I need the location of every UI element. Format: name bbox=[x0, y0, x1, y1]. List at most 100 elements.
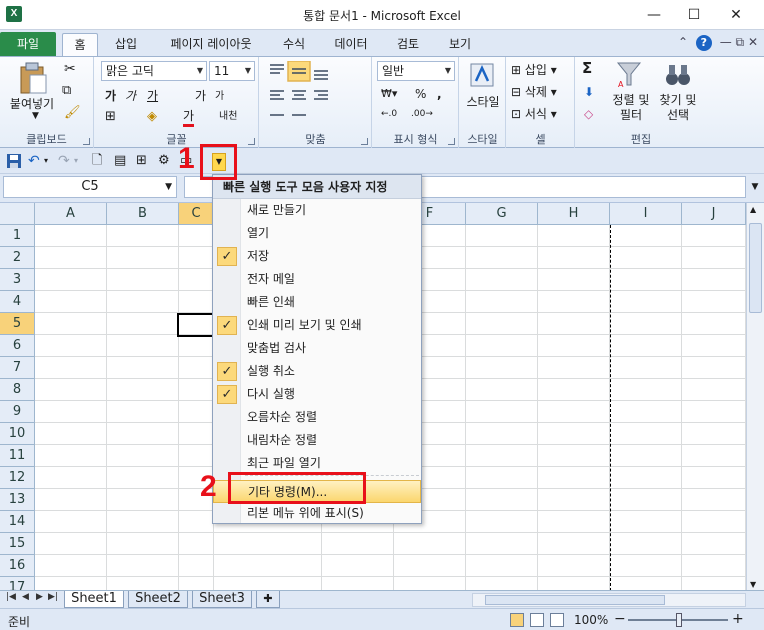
undo-icon[interactable]: ↶ bbox=[28, 153, 44, 169]
minimize-ribbon-icon[interactable]: ⌃ bbox=[678, 35, 688, 49]
shrink-font-button[interactable]: 가 bbox=[215, 87, 224, 102]
alignment-launcher-icon[interactable] bbox=[361, 138, 368, 145]
normal-view-icon[interactable] bbox=[510, 613, 524, 627]
form-icon[interactable]: ▤ bbox=[114, 153, 130, 169]
fill-icon[interactable]: ⬇ bbox=[584, 85, 594, 99]
binoculars-icon[interactable] bbox=[664, 61, 692, 89]
tab-home[interactable]: 홈 bbox=[62, 33, 98, 56]
menu-item[interactable]: ✓ 다시 실행 bbox=[213, 383, 421, 406]
menu-item[interactable]: 빠른 인쇄 bbox=[213, 291, 421, 314]
increase-decimal-icon[interactable]: ←.0 bbox=[381, 109, 397, 119]
number-format-combo[interactable]: 일반 ▼ bbox=[377, 61, 455, 81]
column-header[interactable]: I bbox=[610, 203, 682, 225]
sort-filter-button[interactable]: 정렬 및 필터 bbox=[610, 93, 652, 123]
grow-font-button[interactable]: 가 bbox=[195, 87, 206, 104]
column-header[interactable]: G bbox=[466, 203, 538, 225]
row-header[interactable]: 10 bbox=[0, 423, 35, 445]
tab-review[interactable]: 검토 bbox=[388, 33, 428, 56]
menu-item[interactable]: 오름차순 정렬 bbox=[213, 406, 421, 429]
row-header[interactable]: 14 bbox=[0, 511, 35, 533]
connect-icon[interactable]: ⚙ bbox=[158, 153, 174, 169]
menu-item[interactable]: 열기 bbox=[213, 222, 421, 245]
menu-item[interactable]: 맞춤법 검사 bbox=[213, 337, 421, 360]
paste-button[interactable]: 붙여넣기 bbox=[4, 95, 60, 112]
copy-icon[interactable]: ⧉ bbox=[62, 83, 71, 98]
clipboard-launcher-icon[interactable] bbox=[83, 138, 90, 145]
row-header[interactable]: 1 bbox=[0, 225, 35, 247]
close-button[interactable]: ✕ bbox=[722, 4, 750, 26]
accounting-icon[interactable]: ₩▾ bbox=[381, 87, 397, 100]
column-header[interactable]: C bbox=[179, 203, 214, 225]
format-cells-button[interactable]: ⊡ 서식 ▾ bbox=[511, 105, 557, 122]
clear-icon[interactable]: ◇ bbox=[584, 107, 593, 121]
row-header[interactable]: 6 bbox=[0, 335, 35, 357]
menu-item-show-below-ribbon[interactable]: 리본 메뉴 위에 표시(S) bbox=[213, 502, 421, 525]
zoom-out-button[interactable]: − bbox=[614, 611, 626, 627]
decrease-decimal-icon[interactable]: .00→ bbox=[411, 109, 433, 119]
doc-minimize-icon[interactable]: — bbox=[720, 35, 732, 49]
tab-insert[interactable]: 삽입 bbox=[106, 33, 146, 56]
active-cell[interactable] bbox=[177, 313, 214, 337]
first-sheet-icon[interactable]: |◀ bbox=[6, 592, 16, 602]
font-launcher-icon[interactable] bbox=[248, 138, 255, 145]
menu-item[interactable]: 전자 메일 bbox=[213, 268, 421, 291]
next-sheet-icon[interactable]: ▶ bbox=[36, 592, 43, 602]
tab-page-layout[interactable]: 페이지 레이아웃 bbox=[158, 33, 264, 56]
menu-item[interactable]: ✓ 인쇄 미리 보기 및 인쇄 bbox=[213, 314, 421, 337]
menu-item[interactable]: 내림차순 정렬 bbox=[213, 429, 421, 452]
insert-cells-button[interactable]: ⊞ 삽입 ▾ bbox=[511, 61, 557, 78]
border-icon[interactable]: ⊞ bbox=[105, 109, 116, 124]
select-all-corner[interactable] bbox=[0, 203, 35, 225]
paste-icon[interactable] bbox=[18, 61, 48, 95]
column-header[interactable]: B bbox=[107, 203, 179, 225]
row-header[interactable]: 11 bbox=[0, 445, 35, 467]
column-header[interactable]: J bbox=[682, 203, 746, 225]
styles-button[interactable]: 스타일 bbox=[460, 93, 506, 110]
row-header[interactable]: 12 bbox=[0, 467, 35, 489]
comma-icon[interactable]: , bbox=[437, 87, 442, 101]
bold-button[interactable]: 가 bbox=[105, 87, 116, 104]
help-icon[interactable]: ? bbox=[695, 35, 712, 51]
font-size-combo[interactable]: 11 ▼ bbox=[209, 61, 255, 81]
menu-item[interactable]: ✓ 실행 취소 bbox=[213, 360, 421, 383]
name-box[interactable]: C5 ▼ bbox=[3, 176, 177, 198]
number-launcher-icon[interactable] bbox=[448, 138, 455, 145]
row-header[interactable]: 2 bbox=[0, 247, 35, 269]
styles-icon[interactable] bbox=[470, 63, 496, 89]
row-header[interactable]: 4 bbox=[0, 291, 35, 313]
tab-view[interactable]: 보기 bbox=[440, 33, 480, 56]
delete-cells-button[interactable]: ⊟ 삭제 ▾ bbox=[511, 83, 557, 100]
zoom-slider-thumb[interactable] bbox=[676, 613, 682, 627]
cut-icon[interactable]: ✂ bbox=[64, 61, 76, 77]
tab-file[interactable]: 파일 bbox=[0, 32, 56, 56]
autosum-button[interactable]: Σ bbox=[582, 59, 592, 77]
page-break-view-icon[interactable] bbox=[550, 613, 564, 627]
row-header[interactable]: 5 bbox=[0, 313, 35, 335]
italic-button[interactable]: 가 bbox=[125, 87, 136, 104]
menu-item[interactable]: ✓ 저장 bbox=[213, 245, 421, 268]
row-header[interactable]: 8 bbox=[0, 379, 35, 401]
zoom-in-button[interactable]: + bbox=[732, 611, 744, 627]
sheet-tab-1[interactable]: Sheet1 bbox=[64, 591, 124, 608]
zoom-level[interactable]: 100% bbox=[574, 613, 608, 627]
sort-filter-icon[interactable]: A bbox=[616, 61, 642, 89]
doc-restore-icon[interactable]: ⧉ bbox=[736, 35, 745, 49]
menu-item[interactable]: 새로 만들기 bbox=[213, 199, 421, 222]
fill-color-icon[interactable]: ◈ bbox=[147, 109, 157, 124]
vertical-scroll-thumb[interactable] bbox=[749, 223, 762, 313]
column-header[interactable]: H bbox=[538, 203, 610, 225]
horizontal-scrollbar[interactable] bbox=[472, 593, 746, 607]
row-header[interactable]: 15 bbox=[0, 533, 35, 555]
font-name-combo[interactable]: 맑은 고딕 ▼ bbox=[101, 61, 207, 81]
sheet-tab-3[interactable]: Sheet3 bbox=[192, 591, 252, 608]
last-sheet-icon[interactable]: ▶| bbox=[48, 592, 58, 602]
row-header[interactable]: 16 bbox=[0, 555, 35, 577]
row-header[interactable]: 13 bbox=[0, 489, 35, 511]
paste-dropdown-icon[interactable]: ▼ bbox=[32, 111, 39, 121]
font-color-button[interactable]: 가 bbox=[183, 107, 195, 127]
underline-button[interactable]: 가 bbox=[147, 87, 158, 104]
find-select-button[interactable]: 찾기 및 선택 bbox=[656, 93, 700, 123]
print-preview-icon[interactable]: 🗋 bbox=[92, 153, 108, 169]
alignment-icons[interactable] bbox=[268, 61, 368, 127]
column-header[interactable]: A bbox=[35, 203, 107, 225]
